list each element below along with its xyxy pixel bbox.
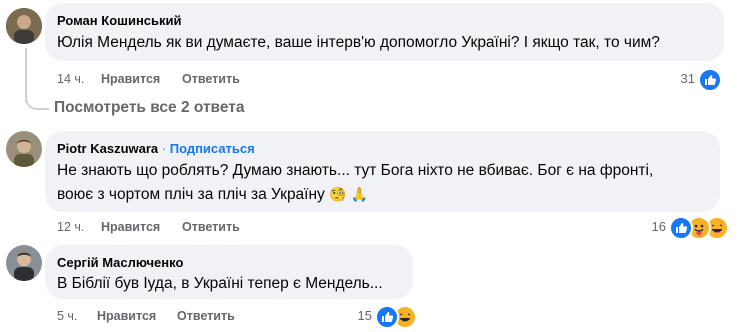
view-replies-link[interactable]: Посмотреть все 2 ответа [54,99,245,117]
avatar[interactable] [6,245,42,281]
comment-author[interactable]: Сергій Маслюченко [57,255,183,270]
avatar-image [6,8,42,44]
avatar-image [6,245,42,281]
comment-text: Юлія Мендель як ви думаєте, ваше інтерв'… [57,34,660,51]
avatar[interactable] [6,131,42,167]
emoji-monocle: 🧐 [329,186,347,202]
thread-branch [25,86,49,110]
reactions-count: 31 [680,71,695,86]
comment-text: В Біблії був Іуда, в Україні тепер є Мен… [57,275,383,292]
reactions-count: 15 [357,308,372,323]
reply-button[interactable]: Ответить [182,72,240,86]
follow-button[interactable]: Подписаться [170,141,255,156]
reactions-summary[interactable]: 16 [640,216,732,240]
comment-time[interactable]: 5 ч. [57,309,77,323]
like-icon [375,305,399,329]
like-icon [669,216,693,240]
like-button[interactable]: Нравится [97,309,156,323]
avatar[interactable] [6,8,42,44]
comment-time[interactable]: 12 ч. [57,220,84,234]
like-button[interactable]: Нравится [101,72,160,86]
reactions-count: 16 [651,219,666,234]
reactions-summary[interactable]: 15 [352,305,418,329]
reactions-summary[interactable]: 31 [672,68,722,92]
avatar-image [6,131,42,167]
comment-text-content: воює з чортом пліч за пліч за Україну [57,186,325,203]
emoji-pray: 🙏 [350,186,369,202]
comment-author-name[interactable]: Piotr Kaszuwara [57,141,158,156]
reply-button[interactable]: Ответить [177,309,235,323]
like-button[interactable]: Нравится [101,220,160,234]
comment-text-line-2: воює з чортом пліч за пліч за Україну 🧐 … [57,183,368,206]
comment-author: Piotr Kaszuwara · Подписаться [57,141,255,156]
separator-dot: · [158,141,170,156]
comment-author[interactable]: Роман Кошинський [57,13,182,28]
comment-text: Не знають що роблять? Думаю знають... ту… [57,162,654,179]
like-icon [698,68,722,92]
reply-button[interactable]: Ответить [182,220,240,234]
comment-time[interactable]: 14 ч. [57,72,84,86]
